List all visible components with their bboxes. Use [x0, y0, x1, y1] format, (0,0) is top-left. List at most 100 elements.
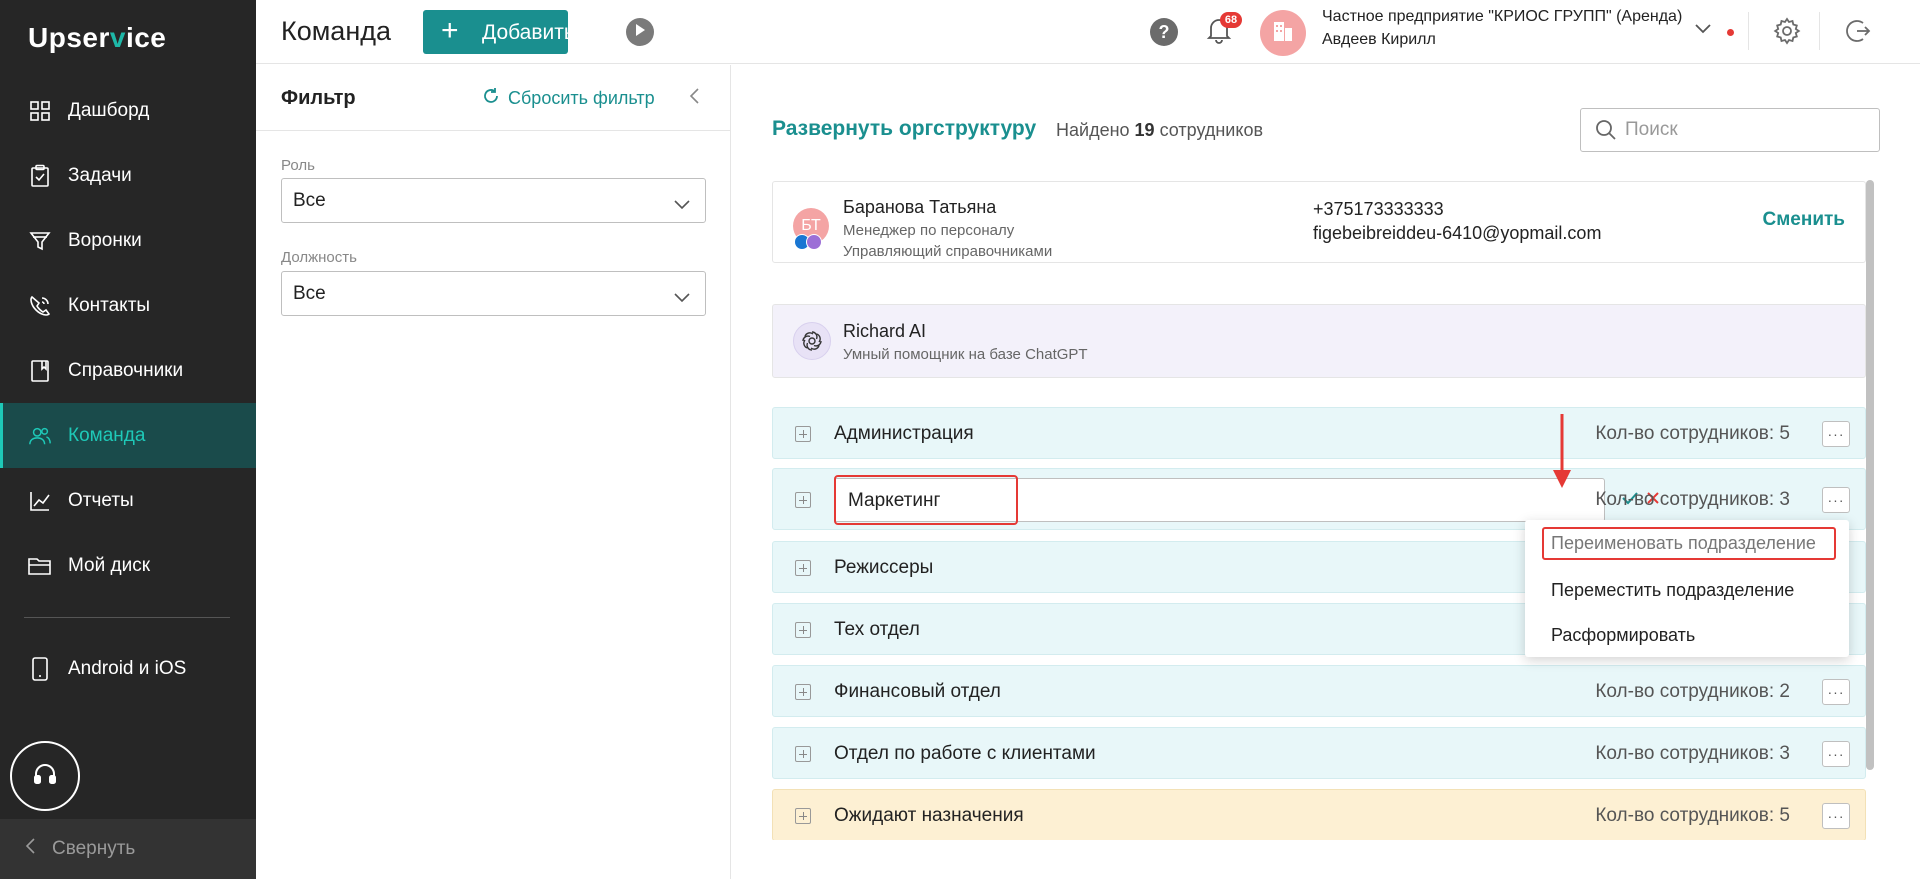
- chevron-left-icon: [688, 88, 700, 109]
- sidebar-item-funnels[interactable]: Воронки: [0, 208, 256, 273]
- sidebar-item-label: Отчеты: [68, 489, 134, 511]
- divider: [1748, 12, 1749, 50]
- sidebar-item-mobile[interactable]: Android и iOS: [0, 636, 256, 701]
- department-name: Отдел по работе с клиентами: [834, 743, 1096, 764]
- company-avatar[interactable]: [1260, 10, 1306, 56]
- sidebar-item-label: Дашборд: [68, 99, 150, 121]
- chevron-down-icon: [1694, 22, 1712, 39]
- more-options-button[interactable]: ···: [1822, 741, 1850, 767]
- more-options-button[interactable]: ···: [1822, 487, 1850, 513]
- expand-icon[interactable]: [795, 746, 811, 762]
- manager-card: БТ Баранова Татьяна Менеджер по персонал…: [772, 181, 1866, 263]
- sidebar-item-label: Воронки: [68, 229, 142, 251]
- ellipsis-icon: ···: [1827, 684, 1845, 700]
- scrollbar[interactable]: [1866, 180, 1874, 770]
- add-button[interactable]: + Добавить: [423, 10, 575, 54]
- support-button[interactable]: [10, 741, 80, 811]
- top-bar: Команда + Добавить ? 68 Частное предприя…: [256, 0, 1920, 64]
- expand-icon[interactable]: [795, 492, 811, 508]
- sidebar-item-label: Справочники: [68, 359, 184, 381]
- sidebar-item-reports[interactable]: Отчеты: [0, 468, 256, 533]
- expand-icon[interactable]: [795, 426, 811, 442]
- sidebar: Upservice Дашборд Задачи Воронки Контакт…: [0, 0, 256, 879]
- department-row[interactable]: Финансовый отдел Кол-во сотрудников: 2 ·…: [772, 665, 1866, 717]
- manager-role: Менеджер по персоналу: [843, 222, 1015, 239]
- logout-icon: [1843, 20, 1871, 49]
- folder-icon: [28, 554, 52, 578]
- ellipsis-icon: ···: [1827, 808, 1845, 824]
- menu-item-disband[interactable]: Расформировать: [1551, 625, 1695, 646]
- position-select-value: Все: [293, 283, 326, 304]
- ai-description: Умный помощник на базе ChatGPT: [843, 346, 1088, 363]
- sidebar-item-team[interactable]: Команда: [0, 403, 256, 468]
- arrow-annotation-icon: [1551, 412, 1573, 497]
- company-name[interactable]: Частное предприятие "КРИОС ГРУПП" (Аренд…: [1322, 8, 1682, 26]
- bell-icon: [1206, 19, 1232, 48]
- chevron-left-icon: [24, 837, 36, 861]
- ai-assistant-card[interactable]: Richard AI Умный помощник на базе ChatGP…: [772, 304, 1866, 378]
- contacts-icon: [28, 294, 52, 318]
- manager-phone: +375173333333: [1313, 199, 1444, 219]
- found-prefix: Найдено: [1056, 120, 1130, 140]
- filter-panel: Фильтр Сбросить фильтр Роль Все Должност…: [256, 65, 731, 879]
- expand-icon[interactable]: [795, 622, 811, 638]
- sidebar-item-my-disk[interactable]: Мой диск: [0, 533, 256, 598]
- play-icon: [634, 23, 646, 42]
- expand-org-structure-link[interactable]: Развернуть оргструктуру: [772, 117, 1036, 141]
- expand-icon[interactable]: [795, 560, 811, 576]
- user-name[interactable]: Авдеев Кирилл: [1322, 31, 1436, 49]
- role-badge-icon: [806, 234, 822, 250]
- department-count: Кол-во сотрудников: 3: [1595, 489, 1790, 510]
- search-icon: [1595, 119, 1617, 146]
- tablet-icon: [28, 656, 52, 681]
- role-select-value: Все: [293, 190, 326, 211]
- more-options-button[interactable]: ···: [1822, 803, 1850, 829]
- ellipsis-icon: ···: [1827, 426, 1845, 442]
- department-options-menu: Переименовать подразделение Переместить …: [1525, 520, 1849, 657]
- app-logo[interactable]: Upservice: [28, 22, 166, 54]
- filter-title: Фильтр: [281, 87, 356, 109]
- department-name: Ожидают назначения: [834, 805, 1024, 826]
- headset-icon: [32, 761, 58, 792]
- change-manager-link[interactable]: Сменить: [1763, 209, 1846, 231]
- department-name: Администрация: [834, 423, 974, 444]
- department-row[interactable]: Администрация Кол-во сотрудников: 5 ···: [772, 407, 1866, 459]
- help-button[interactable]: ?: [1150, 18, 1178, 46]
- sidebar-item-dashboard[interactable]: Дашборд: [0, 78, 256, 143]
- filter-collapse-button[interactable]: [688, 87, 700, 110]
- expand-icon[interactable]: [795, 684, 811, 700]
- chart-icon: [28, 489, 52, 513]
- department-row-unassigned[interactable]: Ожидают назначения Кол-во сотрудников: 5…: [772, 789, 1866, 841]
- expand-icon[interactable]: [795, 808, 811, 824]
- ellipsis-icon: ···: [1827, 492, 1845, 508]
- play-video-button[interactable]: [626, 18, 654, 46]
- settings-button[interactable]: [1773, 17, 1801, 50]
- company-switcher-chevron[interactable]: [1694, 22, 1712, 40]
- department-row[interactable]: Отдел по работе с клиентами Кол-во сотру…: [772, 727, 1866, 779]
- role-select[interactable]: Все: [281, 178, 706, 223]
- menu-item-rename[interactable]: Переименовать подразделение: [1551, 533, 1816, 554]
- department-count: Кол-во сотрудников: 5: [1595, 805, 1790, 826]
- more-options-button[interactable]: ···: [1822, 421, 1850, 447]
- plus-icon: +: [441, 14, 459, 47]
- highlight-annotation: [834, 475, 1018, 525]
- sidebar-item-contacts[interactable]: Контакты: [0, 273, 256, 338]
- reset-filter-button[interactable]: Сбросить фильтр: [482, 87, 655, 110]
- more-options-button[interactable]: ···: [1822, 679, 1850, 705]
- sidebar-collapse-button[interactable]: Свернуть: [0, 819, 256, 879]
- found-suffix: сотрудников: [1159, 120, 1264, 140]
- dashboard-icon: [28, 99, 52, 123]
- search-input[interactable]: [1625, 117, 1865, 143]
- sidebar-item-references[interactable]: Справочники: [0, 338, 256, 403]
- found-number: 19: [1134, 120, 1155, 140]
- sidebar-item-tasks[interactable]: Задачи: [0, 143, 256, 208]
- logout-button[interactable]: [1843, 17, 1871, 50]
- department-count: Кол-во сотрудников: 2: [1595, 681, 1790, 702]
- role-label: Роль: [281, 157, 315, 174]
- menu-item-move[interactable]: Переместить подразделение: [1551, 580, 1794, 601]
- search-box[interactable]: [1580, 108, 1880, 152]
- divider: [256, 130, 731, 131]
- sidebar-item-label: Контакты: [68, 294, 151, 316]
- position-select[interactable]: Все: [281, 271, 706, 316]
- position-label: Должность: [281, 249, 357, 266]
